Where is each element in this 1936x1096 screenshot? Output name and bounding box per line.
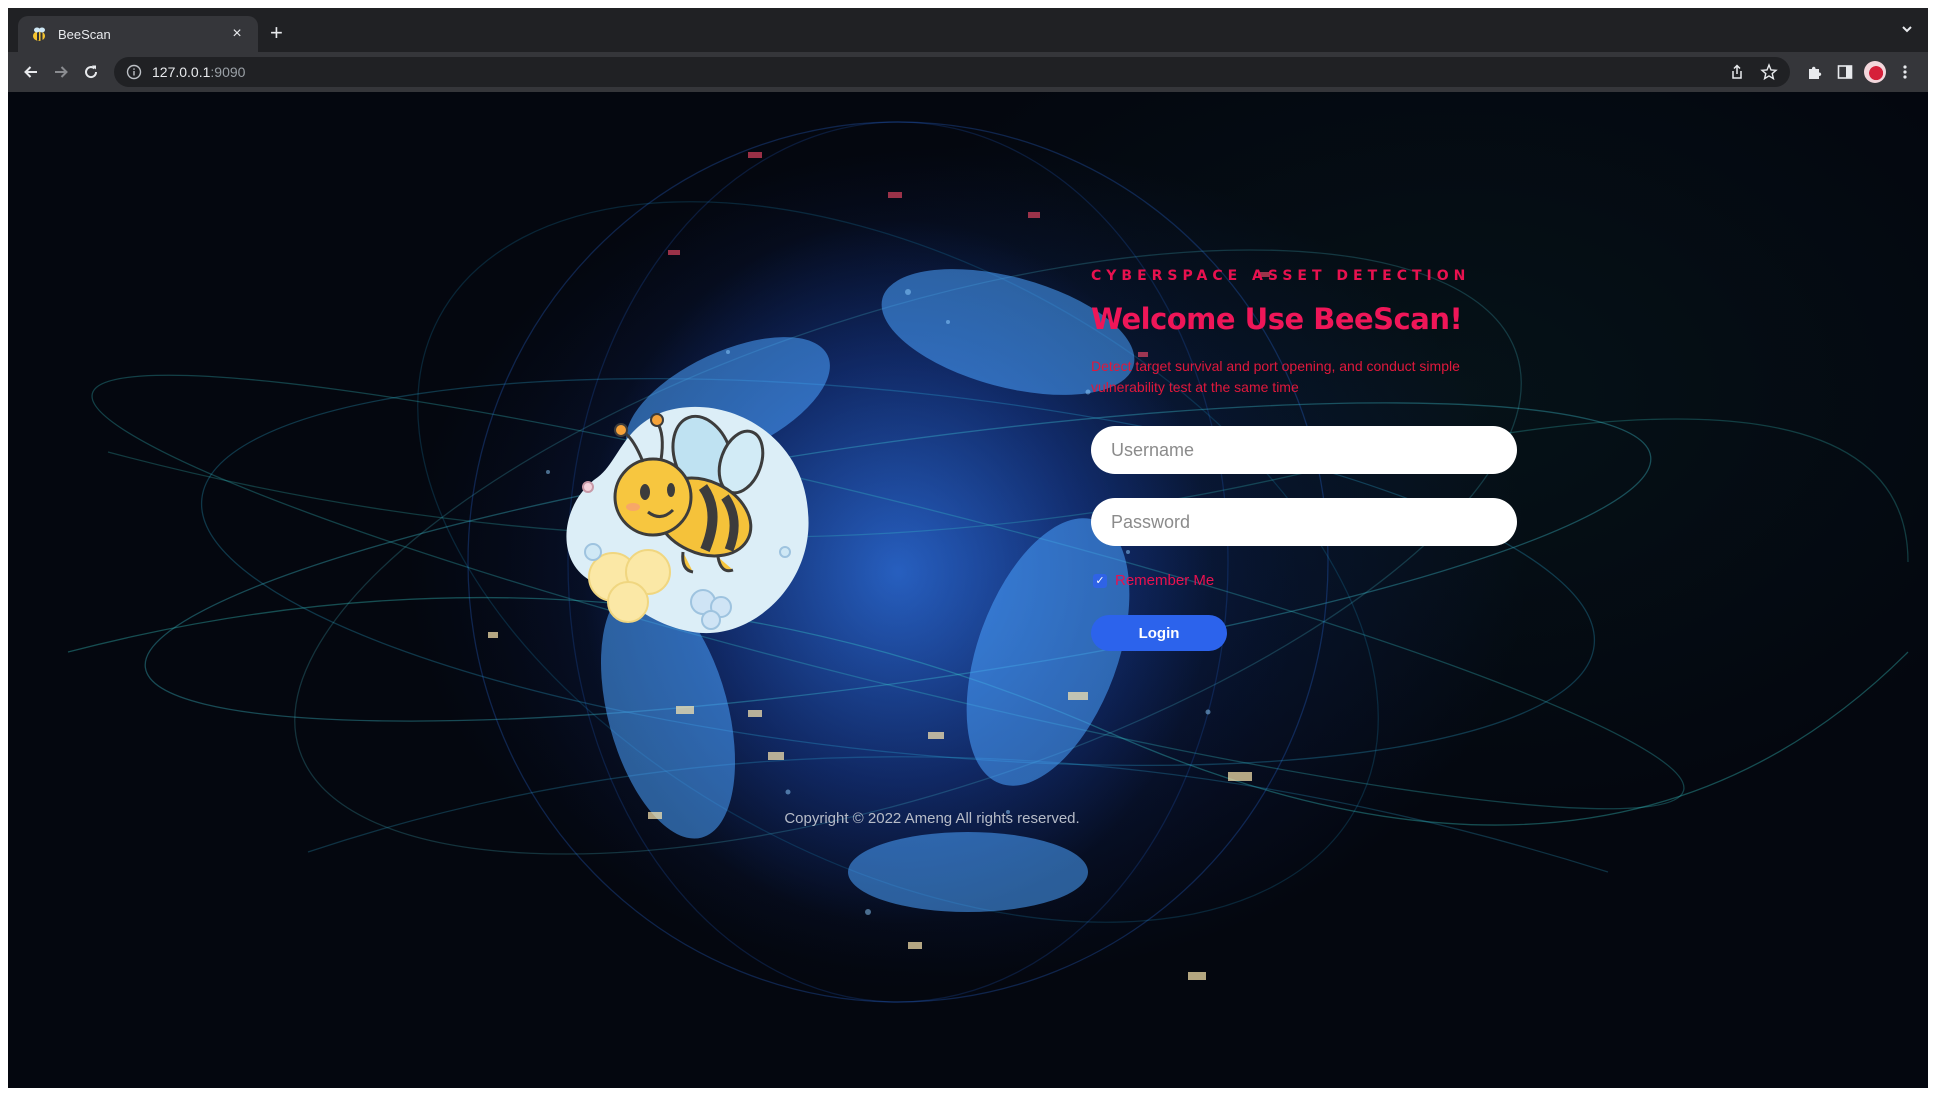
back-icon[interactable] bbox=[16, 57, 46, 87]
browser-window: BeeScan × + 127.0.0.1:9090 CYBERSPACE A… bbox=[8, 8, 1928, 1088]
tab-search-chevron-icon[interactable] bbox=[1900, 22, 1914, 39]
bee-favicon-icon bbox=[33, 27, 45, 41]
eyebrow-text: CYBERSPACE ASSET DETECTION bbox=[1091, 268, 1471, 284]
new-tab-button[interactable]: + bbox=[270, 22, 283, 44]
login-button[interactable]: Login bbox=[1091, 615, 1227, 651]
url-port: :9090 bbox=[210, 64, 246, 80]
bee-illustration bbox=[566, 406, 809, 634]
password-input[interactable] bbox=[1091, 498, 1517, 546]
page-title: Welcome Use BeeScan! bbox=[1091, 302, 1463, 336]
info-icon[interactable] bbox=[126, 64, 142, 80]
page-viewport: CYBERSPACE ASSET DETECTION Welcome Use B… bbox=[8, 92, 1928, 1088]
browser-toolbar: 127.0.0.1:9090 bbox=[8, 52, 1928, 92]
star-icon[interactable] bbox=[1760, 63, 1778, 81]
subtitle-text: Detect target survival and port opening,… bbox=[1091, 358, 1460, 395]
remember-me-row: ✓ Remember Me bbox=[1091, 572, 1531, 589]
copyright-text: Copyright © 2022 Ameng All rights reserv… bbox=[784, 810, 1080, 827]
tab-beescan[interactable]: BeeScan × bbox=[18, 16, 258, 52]
copyright-footer: Copyright © 2022 Ameng All rights reserv… bbox=[8, 810, 1928, 827]
sidepanel-icon[interactable] bbox=[1830, 57, 1860, 87]
tab-close-icon[interactable]: × bbox=[228, 25, 246, 43]
tab-strip: BeeScan × + bbox=[8, 8, 1928, 52]
share-icon[interactable] bbox=[1728, 63, 1746, 81]
reload-icon[interactable] bbox=[76, 57, 106, 87]
remember-me-label[interactable]: Remember Me bbox=[1115, 572, 1214, 589]
url-host: 127.0.0.1 bbox=[152, 64, 211, 80]
extensions-icon[interactable] bbox=[1800, 57, 1830, 87]
username-input[interactable] bbox=[1091, 426, 1517, 474]
network-globe-background bbox=[67, 121, 1909, 1003]
forward-icon[interactable] bbox=[46, 57, 76, 87]
tab-title: BeeScan bbox=[58, 26, 111, 42]
address-bar[interactable]: 127.0.0.1:9090 bbox=[114, 57, 1790, 87]
login-panel: CYBERSPACE ASSET DETECTION Welcome Use B… bbox=[1091, 268, 1531, 651]
profile-avatar[interactable] bbox=[1860, 57, 1890, 87]
remember-me-checkbox[interactable]: ✓ bbox=[1093, 573, 1107, 588]
more-icon[interactable] bbox=[1890, 57, 1920, 87]
